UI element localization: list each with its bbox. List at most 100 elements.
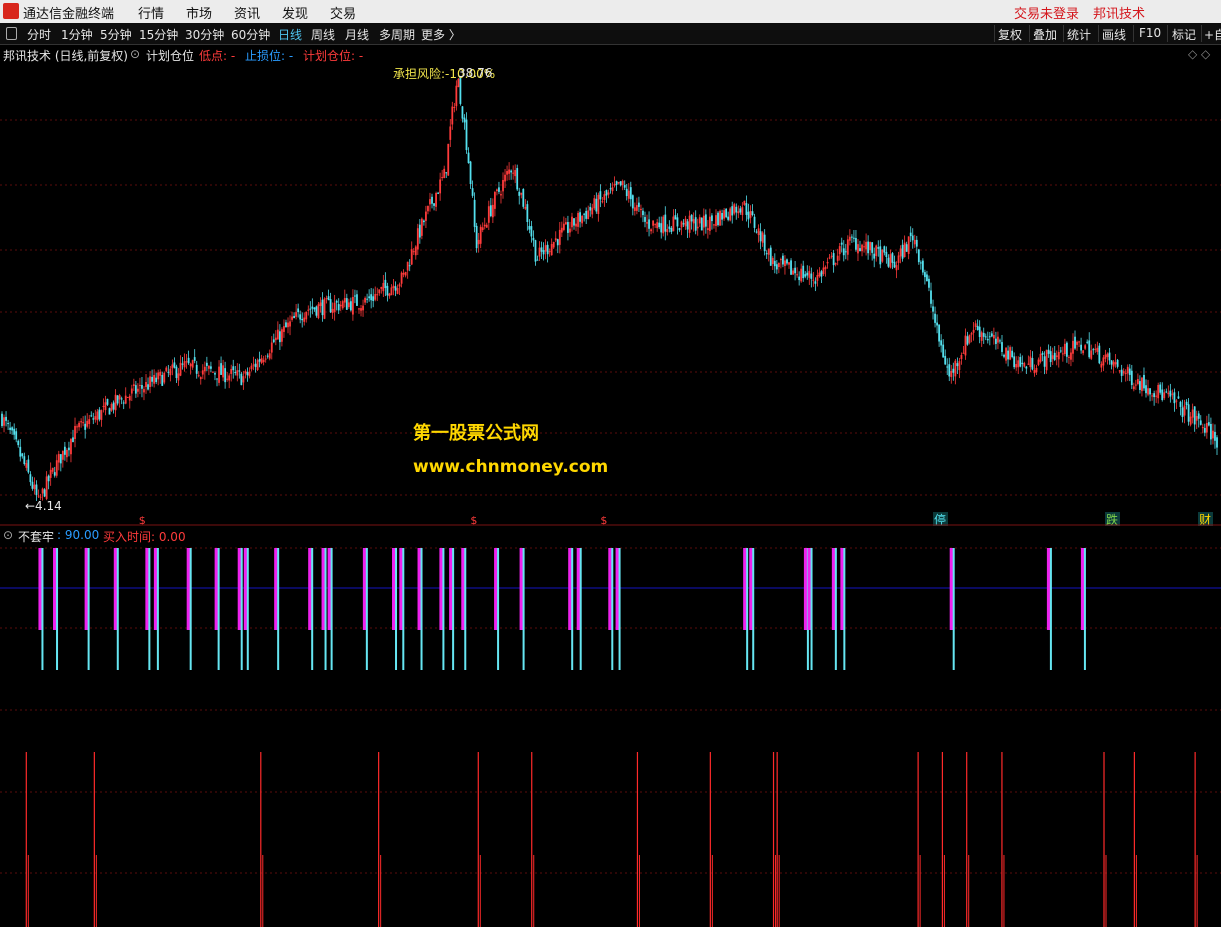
candle-body: [792, 270, 794, 275]
candle-body: [256, 360, 259, 371]
candle-body: [15, 431, 18, 440]
candle-body: [536, 259, 539, 261]
candle-body: [587, 210, 590, 220]
candle-body: [534, 240, 537, 262]
candle-body: [1136, 379, 1139, 385]
candle-body: [53, 472, 56, 476]
candle-body: [875, 245, 878, 257]
candle-body: [410, 249, 413, 265]
candle-body: [520, 192, 523, 195]
candle-body: [1045, 349, 1048, 371]
candle-body: [347, 302, 350, 308]
candle-body: [301, 318, 304, 321]
candle-body: [17, 440, 20, 446]
candle-body: [895, 265, 898, 271]
cyan-signal-bar: [148, 548, 151, 670]
candle-body: [1122, 371, 1125, 374]
candle-body: [303, 317, 306, 322]
candle-body: [114, 394, 117, 411]
candle-body: [857, 244, 859, 254]
candle-body: [798, 276, 801, 281]
candle-body: [879, 246, 882, 265]
candle-body: [1183, 405, 1186, 416]
candle-body: [1076, 341, 1078, 345]
candle-body: [246, 372, 249, 376]
cyan-signal-bar: [156, 548, 159, 670]
candle-body: [1189, 416, 1192, 425]
candle-body: [1116, 359, 1119, 367]
candle-body: [840, 242, 843, 245]
candle-body: [418, 224, 421, 238]
candle-body: [749, 211, 752, 218]
candle-body: [443, 168, 446, 179]
candle-body: [285, 322, 287, 328]
candle-body: [323, 298, 326, 319]
candle-body: [116, 395, 119, 404]
candle-body: [1005, 347, 1007, 361]
candle-body: [299, 314, 302, 320]
candle-body: [861, 244, 863, 252]
candle-body: [199, 377, 202, 380]
candle-body: [1212, 430, 1214, 439]
candle-body: [469, 161, 472, 185]
candle-body: [964, 335, 967, 356]
candle-body: [1207, 422, 1210, 426]
indicator-panel-name[interactable]: 不套牢: [18, 528, 54, 545]
candle-body: [917, 249, 920, 263]
candle-body: [988, 336, 991, 338]
chart-grid: [0, 119, 1221, 496]
cyan-signal-bar: [746, 548, 749, 670]
candle-body: [913, 239, 916, 245]
cyan-signal-bar: [246, 548, 249, 670]
candle-body: [1049, 351, 1052, 363]
candle-body: [662, 216, 665, 234]
candle-body: [1191, 409, 1194, 418]
candle-body: [564, 222, 567, 225]
candle-body: [765, 253, 768, 255]
candle-body: [556, 239, 559, 246]
candle-body: [317, 304, 320, 319]
candle-body: [149, 376, 151, 387]
candle-body: [396, 287, 399, 294]
candle-body: [810, 273, 813, 279]
candle-body: [3, 417, 5, 426]
candle-body: [66, 449, 68, 458]
candle-body: [709, 216, 711, 231]
candle-body: [445, 172, 448, 174]
candle-body: [244, 371, 247, 374]
candle-body: [266, 355, 269, 357]
candle-body: [954, 360, 957, 377]
candle-body: [118, 395, 121, 400]
candle-body: [479, 226, 482, 244]
candle-body: [315, 306, 318, 316]
candle-body: [230, 368, 233, 374]
price-chart[interactable]: 承担风险:-10.00%38.76←4.14第一股票公式网www.chnmone…: [0, 0, 1221, 927]
candle-body: [11, 427, 14, 431]
candle-body: [161, 374, 164, 386]
cyan-signal-bar: [497, 548, 500, 670]
candle-body: [78, 422, 80, 428]
candle-body: [281, 329, 283, 342]
candle-body: [297, 308, 300, 313]
candle-body: [625, 188, 628, 197]
candle-body: [274, 337, 277, 341]
candle-body: [540, 247, 543, 252]
candle-body: [193, 357, 196, 361]
candle-body: [719, 210, 721, 226]
indicator-toggle-icon[interactable]: ⊙: [3, 528, 13, 542]
candle-body: [248, 371, 251, 377]
candle-body: [644, 217, 646, 222]
candle-body: [1112, 361, 1115, 367]
candle-body: [169, 368, 172, 376]
candle-body: [461, 106, 464, 119]
candle-body: [487, 206, 490, 223]
candle-body: [938, 324, 941, 342]
candle-body: [865, 241, 867, 250]
candle-body: [1104, 354, 1107, 359]
candle-body: [1155, 395, 1158, 397]
candle-body: [76, 426, 78, 428]
candle-body: [995, 338, 997, 344]
candle-body: [696, 226, 699, 229]
candle-body: [1053, 352, 1056, 360]
candle-body: [506, 171, 508, 175]
